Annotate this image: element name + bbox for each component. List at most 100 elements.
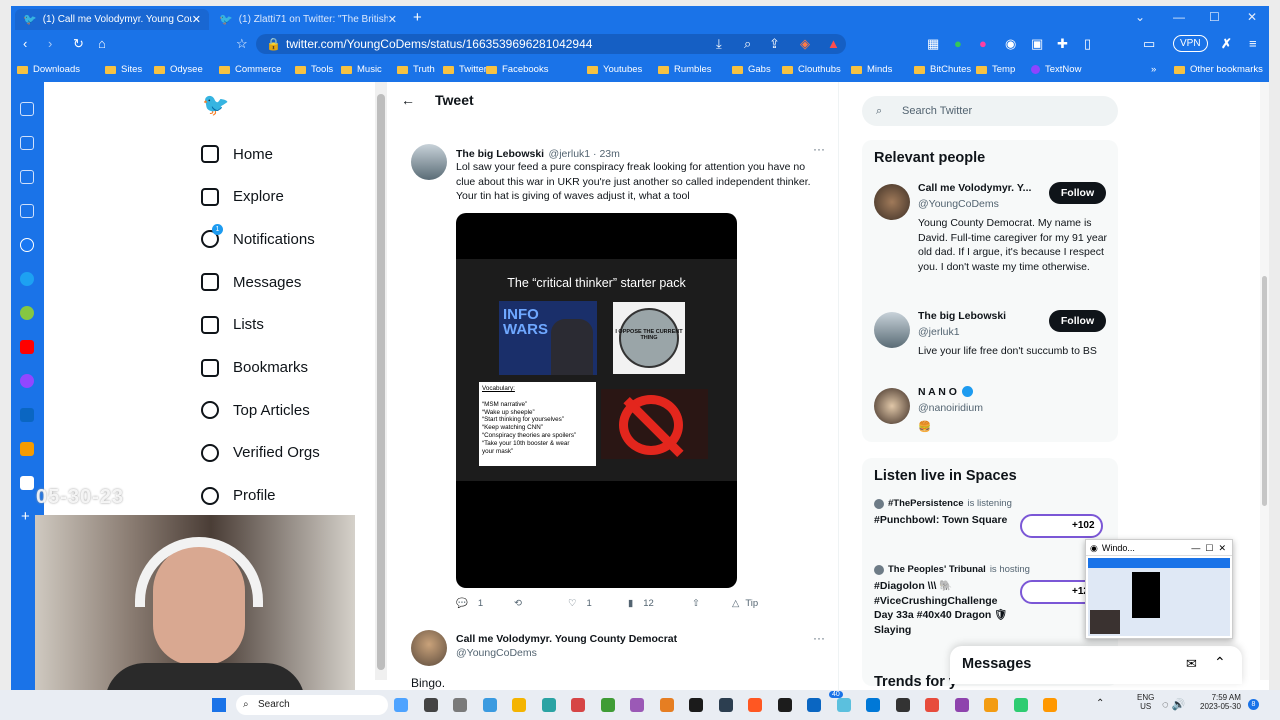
chevron-up-icon[interactable]: ⌃ [1096,698,1104,709]
url-field[interactable]: 🔒 twitter.com/YoungCoDems/status/1663539… [256,34,846,54]
minimize-button[interactable]: — ☐ ✕ [1191,540,1226,555]
bookmark-twitters[interactable]: Twitters [443,64,492,75]
add-icon[interactable]: + [21,508,30,525]
windows-start-icon[interactable] [212,698,226,712]
forward-button[interactable]: › [48,36,52,51]
clock[interactable]: 7:59 AM 2023-05-30 [1200,693,1241,711]
bookmark-icon[interactable]: ☆ [236,36,248,52]
twitter-icon[interactable] [20,272,34,286]
other-bookmarks[interactable]: Other bookmarks [1174,64,1263,75]
app-icon[interactable] [925,698,939,712]
like-button[interactable]: ♡ 1 [568,598,592,609]
twitter-logo-icon[interactable]: 🐦 [202,92,229,118]
settings-icon[interactable] [453,698,467,712]
app-icon[interactable] [836,698,851,712]
bookmark-clouthubs[interactable]: Clouthubs [782,64,841,75]
person-name[interactable]: Call me Volodymyr. Y... [918,182,1031,194]
scrollbar-thumb[interactable] [377,94,385,670]
bookmark-textnow[interactable]: TextNow [1031,64,1081,75]
bookmark-truth[interactable]: Truth [397,64,435,75]
zoom-icon[interactable]: ⌕ [744,36,751,52]
nav-top-articles[interactable]: Top Articles [201,396,310,424]
brave-icon[interactable] [748,698,762,712]
bookmark-odysee[interactable]: Odysee [154,64,203,75]
views-button[interactable]: ▮ 12 [628,598,654,609]
extension-icon[interactable]: ✗ [1221,36,1232,52]
youtube-icon[interactable] [20,340,34,354]
rewards-icon[interactable]: ▲ [827,36,840,51]
steam-icon[interactable] [718,698,733,712]
share-icon[interactable]: ⇪ [769,36,780,52]
tip-button[interactable]: △ Tip [732,598,758,609]
close-icon[interactable]: ✕ [192,13,201,26]
taskview-icon[interactable] [423,698,438,712]
person-name[interactable]: N A N O [918,386,957,398]
edge-icon[interactable] [541,698,556,712]
home-button[interactable]: ⌂ [98,36,106,51]
vlc-icon[interactable] [659,698,674,712]
facebook-icon[interactable] [20,238,34,252]
puzzle-icon[interactable]: ✚ [1057,36,1068,52]
extension-icon[interactable]: ● [979,36,987,51]
messages-drawer[interactable]: Messages ✉ ⌃ [950,646,1242,684]
reading-list-icon[interactable] [20,170,34,184]
listener-count[interactable]: +102 [1020,514,1103,538]
nav-verified-orgs[interactable]: Verified Orgs [201,439,320,467]
widgets-icon[interactable] [394,698,408,712]
brave-shield-icon[interactable]: ◈ [800,36,810,52]
new-message-icon[interactable]: ✉ [1186,656,1197,672]
author-name[interactable]: The big Lebowski [456,148,544,160]
tweet-image[interactable]: The “critical thinker” starter pack INFO… [456,213,737,588]
bookmark-music[interactable]: Music [341,64,382,75]
more-icon[interactable]: ··· [813,631,825,645]
minimize-button[interactable]: — [1173,10,1185,24]
retweet-button[interactable]: ⟲ [514,598,522,609]
extension-icon[interactable]: ◉ [1005,36,1016,52]
avatar[interactable] [411,630,447,666]
camera-icon[interactable] [1013,698,1028,712]
bookmark-rumbles[interactable]: Rumbles [658,64,712,75]
maximize-button[interactable]: ☐ [1209,10,1220,24]
bookmark-temp[interactable]: Temp [976,64,1015,75]
person-handle[interactable]: @YoungCoDems [918,198,999,210]
reply-button[interactable]: 💬 1 [456,598,483,609]
person-handle[interactable]: @nanoiridium [918,402,983,414]
notification-badge[interactable]: 8 [1248,699,1259,710]
app-icon[interactable] [895,698,910,712]
sidebar-tab-icon[interactable] [20,102,34,116]
network-icon[interactable]: ◌ 🔊 [1162,698,1185,711]
chrome-icon[interactable] [954,698,969,712]
follow-button[interactable]: Follow [1049,182,1106,204]
app-icon[interactable] [630,698,644,712]
nav-home[interactable]: Home [201,140,273,168]
menu-icon[interactable]: ≡ [1249,36,1257,51]
chevron-down-icon[interactable]: ⌄ [1135,10,1145,24]
bookmark-minds[interactable]: Minds [851,64,892,75]
share-button[interactable]: ⇧ [692,598,700,609]
language-indicator[interactable]: ENG US [1137,693,1154,711]
file-explorer-icon[interactable] [512,698,526,712]
bookmark-commerce[interactable]: Commerce [219,64,281,75]
mail-icon[interactable] [807,698,821,712]
gmail-icon[interactable] [20,476,34,490]
notepad-icon[interactable] [600,698,615,712]
photos-icon[interactable] [482,698,497,712]
page-scrollbar[interactable] [1260,82,1269,680]
app-icon[interactable] [777,698,792,712]
messenger-icon[interactable] [20,374,34,388]
outlook-icon[interactable] [20,442,34,456]
chevron-up-icon[interactable]: ⌃ [1214,654,1226,671]
extension-icon[interactable]: ▦ [927,36,939,52]
vpn-button[interactable]: VPN [1173,35,1208,52]
sidebar-icon[interactable]: ▯ [1084,36,1091,52]
bookmark-sites[interactable]: Sites [105,64,142,75]
author-handle[interactable]: @jerluk1 · 23m [549,148,620,160]
app-icon[interactable] [1043,698,1057,712]
tab-inactive[interactable]: 🐦 (1) Zlatti71 on Twitter: "The British-… [211,9,405,30]
tab-active[interactable]: 🐦 (1) Call me Volodymyr. Young County ✕ [15,9,209,30]
popup-window[interactable]: ◉ Windo... — ☐ ✕ [1085,539,1233,639]
wallet-icon[interactable]: ▭ [1143,36,1155,52]
avatar[interactable] [874,184,910,220]
scrollbar-thumb[interactable] [1262,276,1267,506]
bookmark-tools[interactable]: Tools [295,64,333,75]
